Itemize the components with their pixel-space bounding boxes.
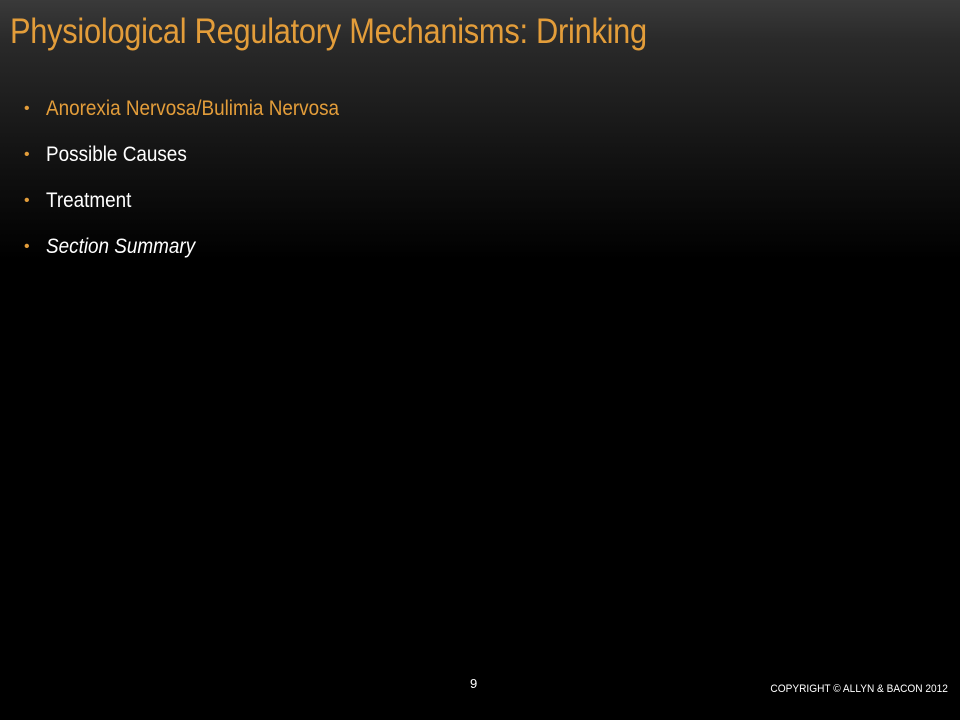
page-number: 9	[470, 676, 478, 691]
slide: Physiological Regulatory Mechanisms: Dri…	[0, 0, 960, 720]
bullet-dot-icon: •	[24, 146, 30, 163]
copyright-notice: COPYRIGHT © ALLYN & BACON 2012	[770, 683, 948, 695]
bullet-item: • Anorexia Nervosa/Bulimia Nervosa	[24, 86, 372, 132]
bullet-dot-icon: •	[24, 238, 30, 255]
bullet-item: • Possible Causes	[24, 132, 372, 178]
bullet-dot-icon: •	[24, 100, 30, 117]
bullet-item: • Treatment	[24, 178, 372, 224]
bullet-dot-icon: •	[24, 192, 30, 209]
bullet-text: Anorexia Nervosa/Bulimia Nervosa	[46, 97, 340, 120]
slide-title: Physiological Regulatory Mechanisms: Dri…	[10, 12, 647, 51]
bullet-item: • Section Summary	[24, 224, 372, 270]
bullet-text: Possible Causes	[46, 143, 187, 166]
bullet-list: • Anorexia Nervosa/Bulimia Nervosa • Pos…	[24, 86, 372, 270]
bullet-text: Treatment	[46, 189, 132, 212]
bullet-text: Section Summary	[46, 235, 196, 258]
